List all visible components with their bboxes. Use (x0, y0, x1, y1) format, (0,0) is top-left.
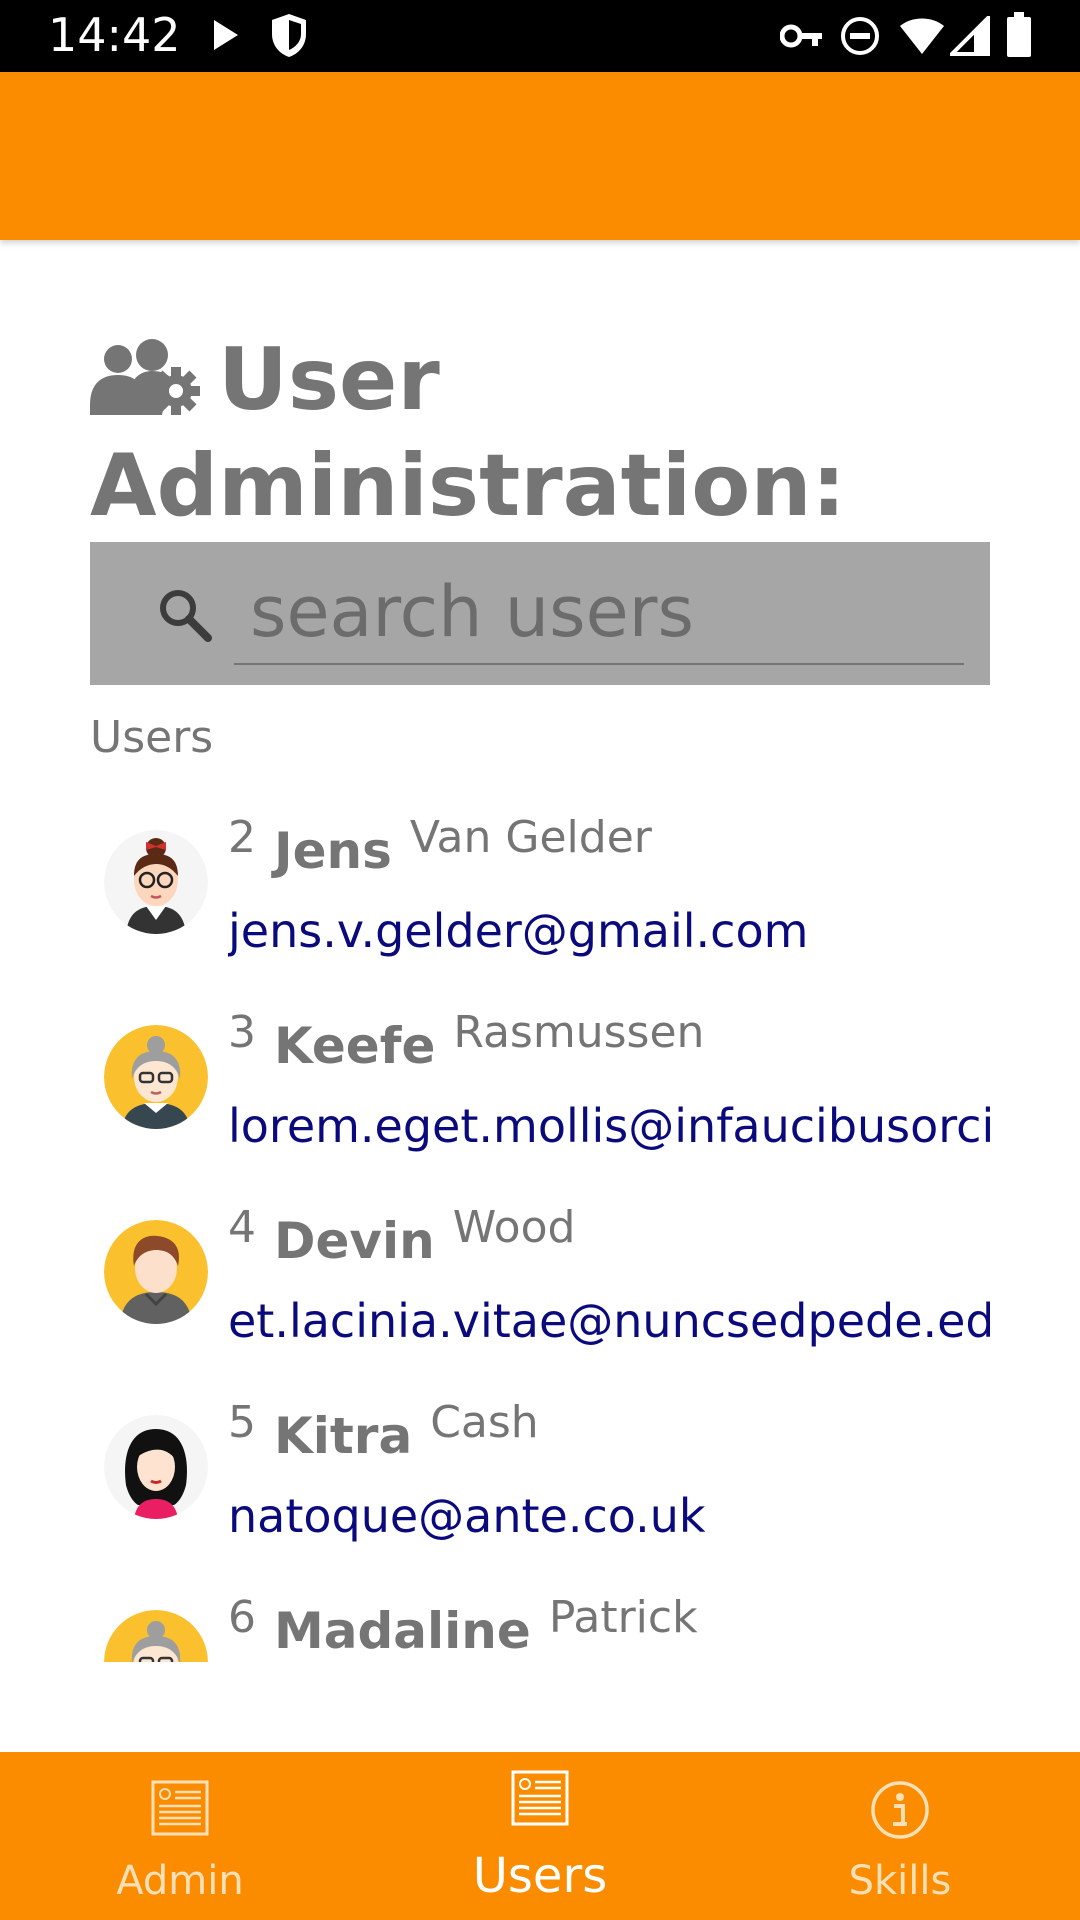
user-name-line: 3 Keefe Rasmussen (228, 1007, 705, 1075)
user-name-line: 6 Madaline Patrick (228, 1592, 698, 1660)
user-last-name: Patrick (548, 1592, 698, 1643)
user-id: 3 (228, 1007, 256, 1058)
search-icon[interactable] (156, 586, 214, 649)
do-not-disturb-icon (840, 16, 880, 61)
user-last-name: Cash (430, 1397, 539, 1448)
users-list: 2 Jens Van Gelder jens.v.gelder@gmail.com … (90, 800, 990, 1662)
play-icon (210, 18, 240, 57)
title-line-1: User (218, 330, 440, 430)
vpn-key-icon (779, 22, 824, 55)
search-bar (90, 542, 990, 685)
woman-glasses-bun-avatar-icon (104, 830, 208, 934)
status-bar: 14:42 (0, 0, 1080, 72)
nav-label-users: Users (472, 1848, 608, 1904)
bottom-navigation: Admin Users Skills (0, 1752, 1080, 1920)
nav-tab-skills[interactable]: Skills (720, 1752, 1080, 1920)
nav-label-admin: Admin (116, 1858, 244, 1904)
user-first-name: Jens (274, 822, 392, 880)
page-title: User Administration: (90, 330, 990, 536)
app-bar (0, 72, 1080, 240)
nav-tab-admin[interactable]: Admin (0, 1752, 360, 1920)
user-id: 5 (228, 1397, 256, 1448)
search-input[interactable] (234, 560, 964, 665)
nav-tab-users[interactable]: Users (360, 1752, 720, 1920)
battery-icon (1005, 12, 1033, 63)
user-id: 6 (228, 1592, 256, 1643)
user-first-name: Keefe (274, 1017, 436, 1075)
user-name-line: 2 Jens Van Gelder (228, 812, 652, 880)
user-first-name: Devin (274, 1212, 435, 1270)
status-time: 14:42 (48, 8, 181, 62)
user-name-line: 4 Devin Wood (228, 1202, 576, 1270)
document-icon (151, 1780, 209, 1836)
wifi-icon (898, 16, 946, 61)
nav-label-skills: Skills (848, 1858, 952, 1904)
user-name-line: 5 Kitra Cash (228, 1397, 539, 1465)
signal-icon (947, 13, 990, 61)
list-item[interactable]: 5 Kitra Cash natoque@ante.co.uk (90, 1385, 990, 1580)
user-first-name: Madaline (274, 1602, 531, 1660)
users-cog-icon (90, 336, 200, 436)
user-id: 4 (228, 1202, 256, 1253)
user-email[interactable]: natoque@ante.co.uk (228, 1489, 990, 1543)
grandma-glasses-avatar-icon (104, 1610, 208, 1662)
woman-black-hair-avatar-icon (104, 1415, 208, 1519)
user-last-name: Rasmussen (453, 1007, 705, 1058)
grandma-glasses-avatar-icon (104, 1025, 208, 1129)
list-item[interactable]: 4 Devin Wood et.lacinia.vitae@nuncsedpede.… (90, 1190, 990, 1385)
shield-icon (270, 12, 308, 63)
user-id: 2 (228, 812, 256, 863)
user-last-name: Wood (452, 1202, 576, 1253)
list-item[interactable]: 6 Madaline Patrick (90, 1580, 990, 1662)
document-icon (511, 1770, 569, 1826)
man-hoodie-avatar-icon (104, 1220, 208, 1324)
user-email[interactable]: jens.v.gelder@gmail.com (228, 904, 990, 958)
user-last-name: Van Gelder (409, 812, 652, 863)
title-line-2: Administration: (90, 436, 846, 536)
user-email[interactable]: lorem.eget.mollis@infaucibusorci.co (228, 1099, 990, 1153)
user-email[interactable]: et.lacinia.vitae@nuncsedpede.edu (228, 1294, 990, 1348)
user-first-name: Kitra (274, 1407, 413, 1465)
list-item[interactable]: 2 Jens Van Gelder jens.v.gelder@gmail.com (90, 800, 990, 995)
users-section-label: Users (90, 712, 214, 763)
info-icon (870, 1780, 930, 1840)
list-item[interactable]: 3 Keefe Rasmussen lorem.eget.mollis@infauc… (90, 995, 990, 1190)
